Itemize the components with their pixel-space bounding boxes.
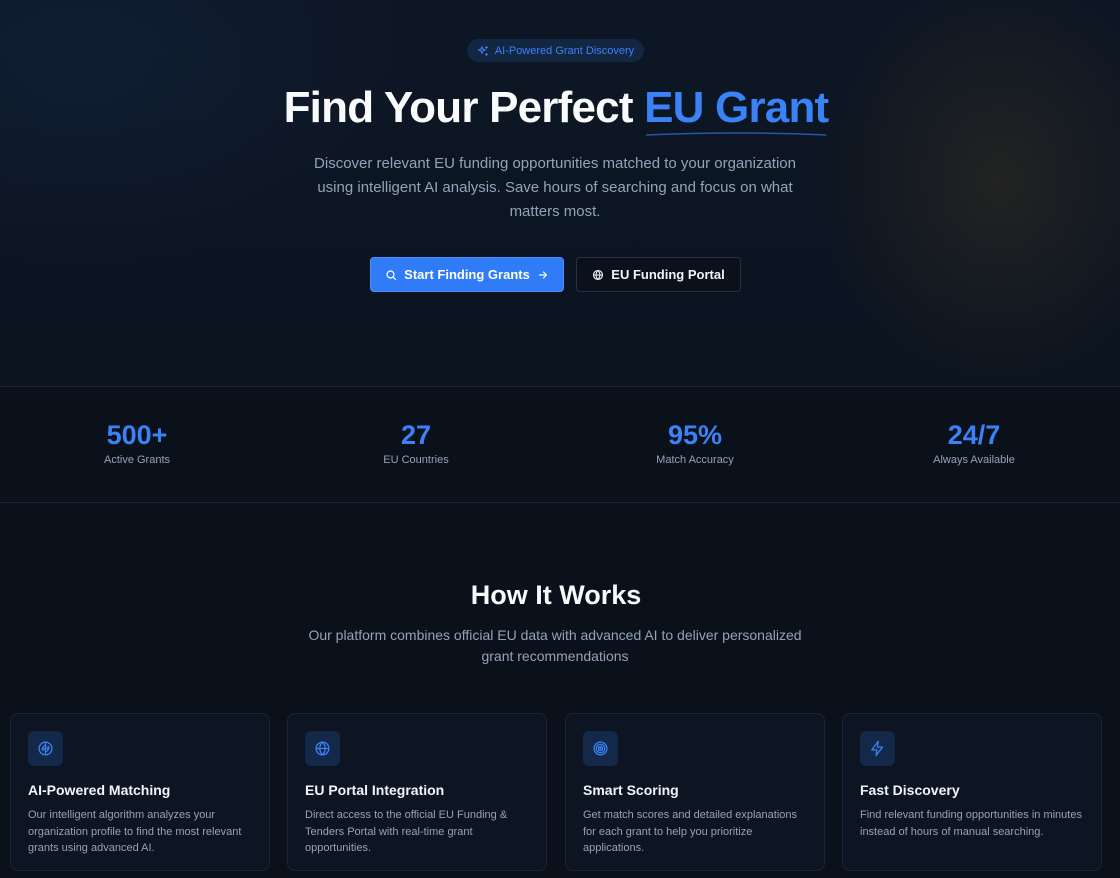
sparkles-icon	[477, 45, 488, 56]
ai-badge: AI-Powered Grant Discovery	[467, 39, 644, 62]
feature-card-fast-discovery: Fast Discovery Find relevant funding opp…	[842, 713, 1102, 871]
feature-title: Fast Discovery	[860, 782, 960, 798]
stat-always-available: 24/7 Always Available	[874, 419, 1074, 466]
how-it-works-title: How It Works	[470, 580, 642, 610]
stat-label: Match Accuracy	[656, 454, 734, 466]
how-it-works-subtitle: Our platform combines official EU data w…	[308, 627, 802, 664]
stat-active-grants: 500+ Active Grants	[37, 419, 237, 466]
stat-value: 27	[400, 420, 432, 450]
globe-icon	[315, 741, 330, 756]
hero-title-main: Find Your Perfect	[283, 83, 645, 132]
badge-label: AI-Powered Grant Discovery	[494, 44, 635, 57]
title-underline	[646, 132, 827, 136]
feature-description: Our intelligent algorithm analyzes your …	[28, 809, 242, 854]
feature-description: Get match scores and detailed explanatio…	[583, 809, 798, 854]
feature-description: Find relevant funding opportunities in m…	[860, 809, 1082, 838]
feature-icon-wrapper	[305, 731, 340, 766]
globe-icon	[593, 269, 604, 280]
lightning-icon	[871, 740, 884, 757]
arrow-right-icon	[538, 270, 547, 279]
stat-label: EU Countries	[383, 454, 449, 466]
stat-eu-countries: 27 EU Countries	[316, 419, 516, 466]
hero-title-accent: EU Grant	[644, 83, 829, 136]
brain-icon	[38, 741, 53, 756]
feature-icon-wrapper	[860, 731, 895, 766]
stats-bar: 500+ Active Grants 27 EU Countries 95% M…	[0, 386, 1120, 503]
stat-label: Always Available	[933, 454, 1015, 466]
feature-description: Direct access to the official EU Funding…	[305, 809, 508, 854]
stat-value: 24/7	[947, 420, 1001, 450]
hero-section: AI-Powered Grant Discovery Find Your Per…	[0, 0, 1120, 386]
feature-title: Smart Scoring	[583, 782, 679, 798]
hero-subtitle: Discover relevant EU funding opportuniti…	[314, 155, 796, 220]
stat-label: Active Grants	[103, 454, 171, 466]
start-finding-grants-button[interactable]: Start Finding Grants	[370, 257, 564, 292]
hero-title: Find Your Perfect EU Grant	[0, 82, 1112, 136]
feature-card-smart-scoring: Smart Scoring Get match scores and detai…	[565, 713, 825, 871]
stat-value: 95%	[667, 420, 723, 450]
target-icon	[593, 741, 608, 756]
hero-title-accent-text: EU Grant	[644, 83, 829, 132]
search-icon	[386, 269, 397, 280]
eu-funding-portal-button[interactable]: EU Funding Portal	[576, 257, 741, 292]
stat-value: 500+	[106, 420, 168, 450]
feature-card-ai-matching: AI-Powered Matching Our intelligent algo…	[10, 713, 270, 871]
feature-title: AI-Powered Matching	[28, 782, 171, 798]
feature-title: EU Portal Integration	[305, 782, 445, 798]
start-finding-grants-label: Start Finding Grants	[404, 267, 530, 282]
feature-card-eu-portal: EU Portal Integration Direct access to t…	[287, 713, 547, 871]
eu-funding-portal-label: EU Funding Portal	[611, 267, 725, 282]
stat-match-accuracy: 95% Match Accuracy	[595, 419, 795, 466]
feature-icon-wrapper	[28, 731, 63, 766]
feature-icon-wrapper	[583, 731, 618, 766]
